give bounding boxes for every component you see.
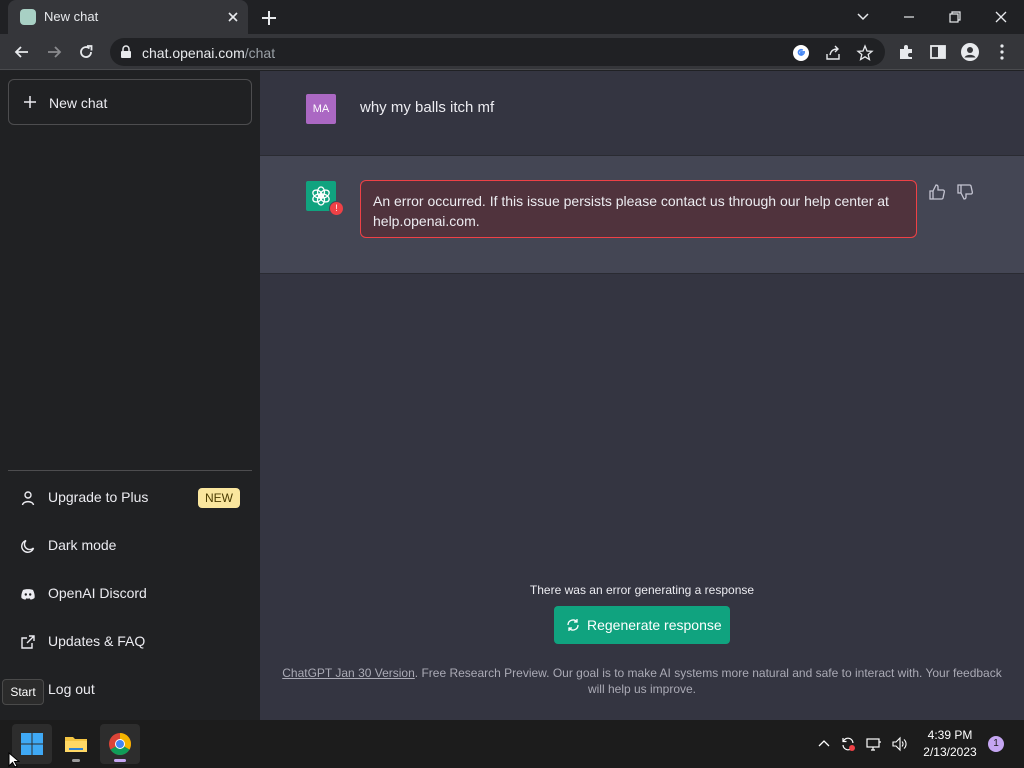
chrome-icon bbox=[109, 733, 131, 755]
network-icon[interactable] bbox=[866, 736, 882, 752]
forward-arrow-icon[interactable] bbox=[44, 42, 64, 62]
extensions-puzzle-icon[interactable] bbox=[896, 42, 916, 62]
close-window-icon[interactable] bbox=[989, 5, 1013, 29]
new-badge: NEW bbox=[198, 488, 240, 508]
clock-date[interactable]: 2/13/2023 bbox=[910, 745, 990, 759]
regenerate-label: Regenerate response bbox=[587, 617, 722, 633]
tab-title: New chat bbox=[44, 9, 99, 24]
thumbs-up-icon[interactable] bbox=[928, 183, 946, 201]
regenerate-response-button[interactable]: Regenerate response bbox=[554, 606, 730, 644]
sidebar-item-dark-mode[interactable]: Dark mode bbox=[8, 524, 252, 568]
clock-time[interactable]: 4:39 PM bbox=[910, 728, 990, 742]
openai-favicon-icon bbox=[20, 9, 36, 25]
sidebar-item-log-out[interactable]: Log out bbox=[8, 668, 252, 712]
side-panel-icon[interactable] bbox=[928, 42, 948, 62]
folder-icon bbox=[65, 737, 87, 752]
browser-menu-icon[interactable] bbox=[992, 42, 1012, 62]
user-message-row: MA why my balls itch mf bbox=[260, 71, 1024, 156]
sidebar: New chat Upgrade to Plus NEW Dark mode O… bbox=[0, 71, 260, 720]
share-icon[interactable] bbox=[824, 44, 842, 62]
profile-avatar-icon[interactable] bbox=[960, 42, 980, 62]
file-explorer-button[interactable] bbox=[56, 724, 96, 764]
discord-icon bbox=[21, 589, 35, 600]
sync-alert-icon[interactable] bbox=[840, 736, 856, 752]
footer-disclaimer: ChatGPT Jan 30 Version. Free Research Pr… bbox=[278, 665, 1006, 697]
user-message-text: why my balls itch mf bbox=[360, 99, 495, 116]
browser-toolbar: chat.openai.com/chat bbox=[0, 34, 1024, 70]
url-text[interactable]: chat.openai.com/chat bbox=[142, 45, 275, 61]
user-avatar: MA bbox=[306, 94, 336, 124]
address-bar[interactable]: chat.openai.com/chat bbox=[110, 38, 885, 66]
sidebar-item-updates-faq[interactable]: Updates & FAQ bbox=[8, 620, 252, 664]
bookmark-star-icon[interactable] bbox=[856, 44, 874, 62]
tab-search-chevron-icon[interactable] bbox=[851, 5, 875, 29]
external-link-icon bbox=[21, 635, 35, 649]
sidebar-item-label: OpenAI Discord bbox=[48, 585, 147, 601]
reload-icon[interactable] bbox=[76, 42, 96, 62]
sidebar-item-label: Updates & FAQ bbox=[48, 633, 146, 649]
new-tab-icon[interactable] bbox=[258, 7, 280, 29]
show-hidden-icons-chevron-icon[interactable] bbox=[816, 736, 832, 752]
openai-logo-icon bbox=[312, 186, 330, 206]
disclaimer-text: . Free Research Preview. Our goal is to … bbox=[414, 666, 1002, 696]
start-tooltip: Start bbox=[2, 679, 44, 705]
error-alert-badge: ! bbox=[329, 201, 344, 216]
chrome-button[interactable] bbox=[100, 724, 140, 764]
sidebar-item-label: Upgrade to Plus bbox=[48, 489, 149, 505]
lock-icon[interactable] bbox=[120, 45, 132, 59]
browser-tab-bar: New chat bbox=[0, 0, 1024, 34]
mouse-cursor-icon bbox=[8, 752, 20, 768]
moon-icon bbox=[21, 539, 35, 553]
user-icon bbox=[21, 491, 35, 506]
google-icon[interactable] bbox=[792, 44, 810, 62]
sidebar-item-label: Log out bbox=[48, 681, 95, 697]
new-chat-button[interactable]: New chat bbox=[8, 79, 252, 125]
assistant-message-row: ! An error occurred. If this issue persi… bbox=[260, 156, 1024, 274]
running-indicator bbox=[72, 759, 80, 762]
restore-icon[interactable] bbox=[943, 5, 967, 29]
new-chat-label: New chat bbox=[49, 95, 108, 111]
refresh-icon bbox=[567, 619, 579, 631]
windows-taskbar: 4:39 PM 2/13/2023 1 bbox=[0, 720, 1024, 768]
notification-count-badge[interactable]: 1 bbox=[988, 736, 1004, 752]
sidebar-divider bbox=[8, 470, 252, 471]
chat-main: MA why my balls itch mf ! An error occur… bbox=[260, 71, 1024, 720]
thumbs-down-icon[interactable] bbox=[956, 183, 974, 201]
plus-icon bbox=[24, 96, 36, 108]
sidebar-item-label: Dark mode bbox=[48, 537, 117, 553]
sidebar-item-upgrade[interactable]: Upgrade to Plus NEW bbox=[8, 476, 252, 520]
volume-icon[interactable] bbox=[892, 736, 908, 752]
error-message-box: An error occurred. If this issue persist… bbox=[360, 180, 917, 238]
windows-logo-icon bbox=[21, 733, 43, 755]
close-tab-icon[interactable] bbox=[224, 8, 242, 26]
active-indicator bbox=[114, 759, 126, 762]
browser-tab[interactable]: New chat bbox=[8, 0, 248, 34]
version-link[interactable]: ChatGPT Jan 30 Version bbox=[282, 666, 415, 680]
sidebar-item-discord[interactable]: OpenAI Discord bbox=[8, 572, 252, 616]
minimize-icon[interactable] bbox=[897, 5, 921, 29]
back-arrow-icon[interactable] bbox=[12, 42, 32, 62]
generation-error-text: There was an error generating a response bbox=[529, 583, 755, 597]
